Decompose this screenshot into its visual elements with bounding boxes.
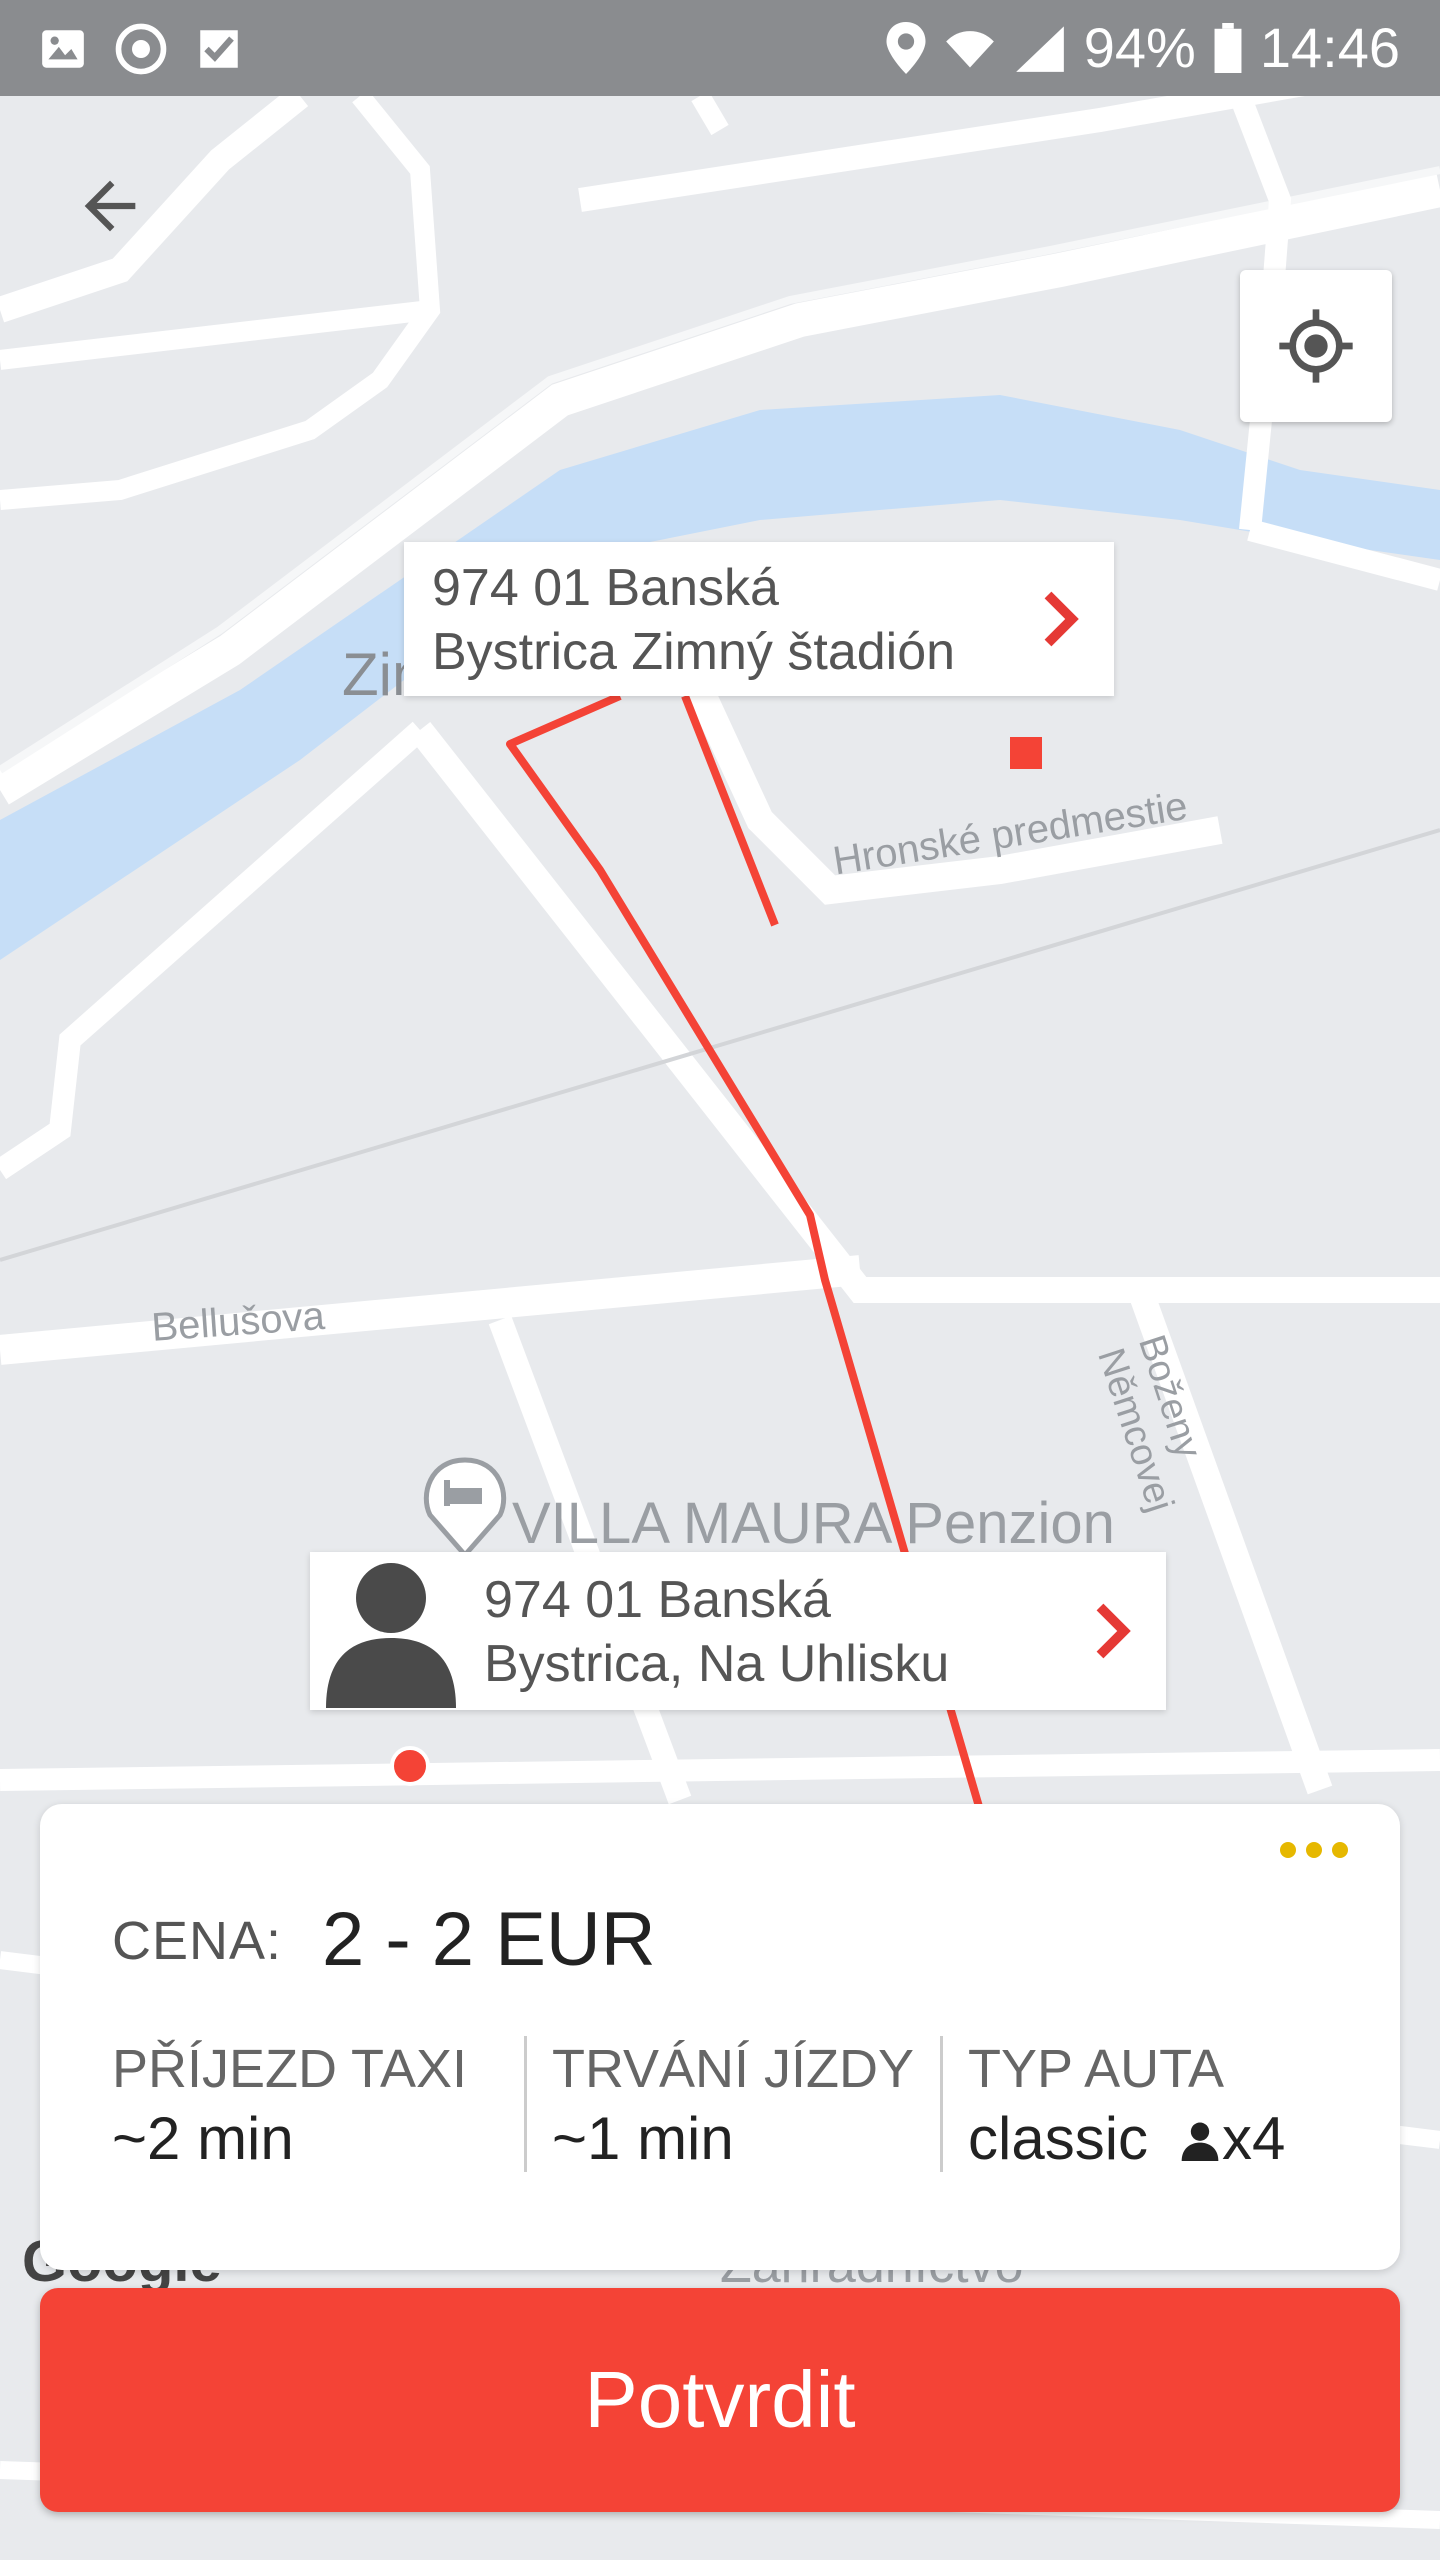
destination-line1: 974 01 Banská: [432, 559, 779, 617]
duration-value: ~1 min: [552, 2105, 734, 2172]
chevron-right-icon: [1044, 591, 1079, 647]
price-value: 2 - 2 EUR: [322, 1897, 656, 1982]
divider: [940, 2036, 943, 2172]
wifi-icon: [945, 31, 994, 68]
car-type-label: TYP AUTA: [968, 2039, 1225, 2099]
map-label-poi: VILLA MAURA Penzion: [512, 1491, 1115, 1556]
arrow-back-icon: [84, 180, 136, 232]
ride-summary-card: CENA: 2 - 2 EUR PŘÍJEZD TAXI ~2 min TRVÁ…: [40, 1804, 1400, 2270]
car-type-row: classic x4: [968, 2104, 1285, 2173]
duration-label: TRVÁNÍ JÍZDY: [552, 2039, 915, 2099]
car-type-value: classic: [968, 2105, 1149, 2172]
price-label: CENA:: [112, 1911, 283, 1971]
arrival-label: PŘÍJEZD TAXI: [112, 2039, 468, 2099]
chevron-right-icon: [1096, 1603, 1131, 1659]
my-location-button[interactable]: [1240, 270, 1392, 422]
clock: 14:46: [1259, 16, 1400, 79]
battery-icon: [1214, 23, 1242, 73]
back-button[interactable]: [64, 160, 156, 252]
more-options-icon[interactable]: [1280, 1842, 1348, 1858]
location-pin-icon: [886, 22, 926, 74]
destination-line2: Bystrica Zimný štadión: [432, 623, 956, 681]
pickup-line1: 974 01 Banská: [484, 1571, 831, 1629]
person-icon: [1181, 2122, 1219, 2161]
image-icon: [42, 30, 84, 68]
passenger-count: x4: [1222, 2105, 1286, 2172]
pickup-callout[interactable]: 974 01 Banská Bystrica, Na Uhlisku: [310, 1552, 1166, 1710]
status-bar: 94% 14:46: [0, 0, 1440, 96]
user-avatar-icon: [326, 1563, 456, 1708]
task-icon: [200, 30, 238, 68]
crosshair-icon: [1279, 309, 1353, 383]
battery-percent: 94%: [1083, 16, 1196, 79]
arrival-value: ~2 min: [112, 2105, 294, 2172]
sync-icon: [115, 23, 167, 75]
pickup-line2: Bystrica, Na Uhlisku: [484, 1635, 950, 1693]
destination-callout[interactable]: 974 01 Banská Bystrica Zimný štadión: [404, 542, 1114, 696]
divider: [524, 2036, 527, 2172]
destination-marker: [1010, 737, 1042, 769]
pickup-marker: [390, 1746, 430, 1786]
confirm-button[interactable]: Potvrdit: [40, 2288, 1400, 2512]
signal-icon: [1015, 26, 1064, 72]
